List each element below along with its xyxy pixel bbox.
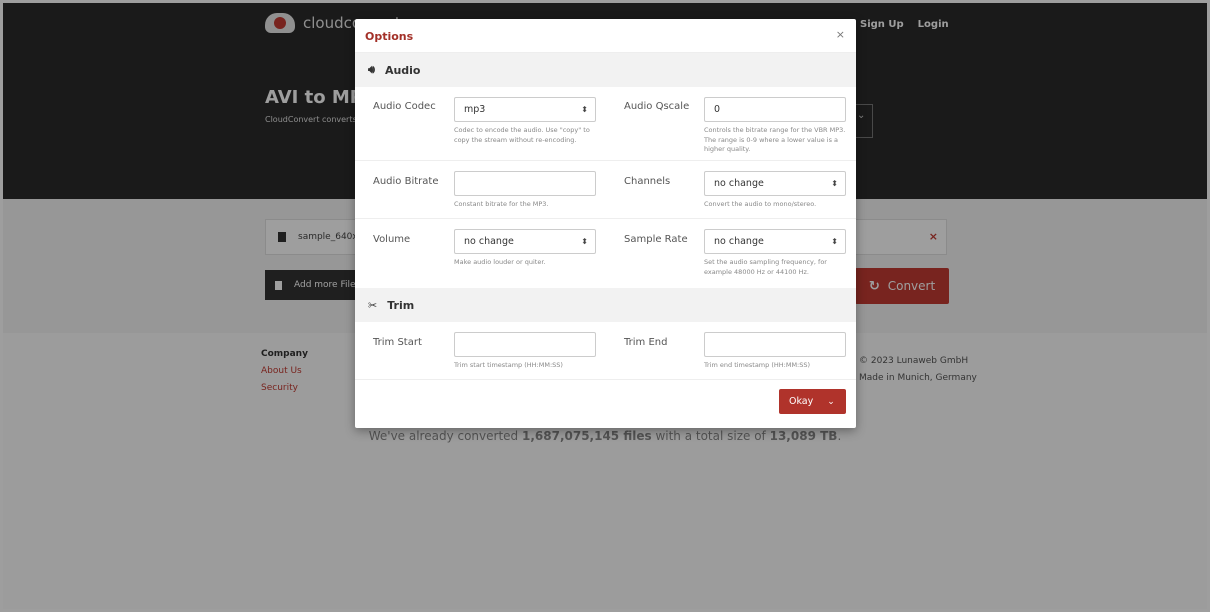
trim-end-input[interactable] (704, 332, 846, 357)
audio-bitrate-label: Audio Bitrate (373, 176, 439, 187)
audio-bitrate-help: Constant bitrate for the MP3. (454, 200, 549, 208)
audio-section-title: Audio (384, 63, 421, 77)
options-dialog: Options × 🔊︎ Audio Audio Codec mp3 Codec… (355, 19, 856, 428)
volume-label: Volume (373, 234, 411, 245)
channels-help: Convert the audio to mono/stereo. (704, 200, 817, 208)
okay-button[interactable]: Okay ⌄ (779, 389, 846, 414)
scissors-icon: ✂ (368, 298, 378, 312)
trim-end-help: Trim end timestamp (HH:MM:SS) (704, 361, 811, 369)
audio-qscale-label: Audio Qscale (624, 101, 690, 112)
sample-rate-label: Sample Rate (624, 234, 688, 245)
sample-rate-help: Set the audio sampling frequency, for ex… (704, 258, 827, 276)
channels-label: Channels (624, 176, 671, 187)
audio-qscale-help: Controls the bitrate range for the VBR M… (704, 126, 846, 153)
audio-section-header: 🔊︎ Audio (355, 53, 856, 87)
sample-rate-select[interactable]: no change (704, 229, 846, 254)
audio-codec-label: Audio Codec (373, 101, 436, 112)
okay-label: Okay (789, 396, 814, 407)
dialog-header: Options × (355, 19, 856, 53)
trim-section-header: ✂ Trim (355, 288, 856, 322)
dialog-title: Options (365, 30, 414, 43)
volume-help: Make audio louder or quiter. (454, 258, 546, 266)
chevron-down-icon[interactable]: ⌄ (827, 397, 835, 407)
audio-codec-help: Codec to encode the audio. Use "copy" to… (454, 126, 590, 144)
channels-select[interactable]: no change (704, 171, 846, 196)
trim-end-label: Trim End (624, 337, 668, 348)
trim-start-input[interactable] (454, 332, 596, 357)
dialog-footer: Okay ⌄ (355, 380, 856, 424)
close-icon[interactable]: × (836, 28, 845, 41)
volume-select[interactable]: no change (454, 229, 596, 254)
audio-codec-select[interactable]: mp3 (454, 97, 596, 122)
audio-bitrate-input[interactable] (454, 171, 596, 196)
audio-row-bitrate: Audio Bitrate Constant bitrate for the M… (355, 161, 856, 219)
audio-row-volume: Volume no change Make audio louder or qu… (355, 219, 856, 288)
volume-icon: 🔊︎ (368, 63, 375, 76)
trim-section-title: Trim (387, 298, 415, 312)
audio-qscale-input[interactable]: 0 (704, 97, 846, 122)
trim-start-help: Trim start timestamp (HH:MM:SS) (454, 361, 563, 369)
trim-start-label: Trim Start (373, 337, 422, 348)
audio-row-codec: Audio Codec mp3 Codec to encode the audi… (355, 87, 856, 161)
trim-row: Trim Start Trim start timestamp (HH:MM:S… (355, 322, 856, 380)
